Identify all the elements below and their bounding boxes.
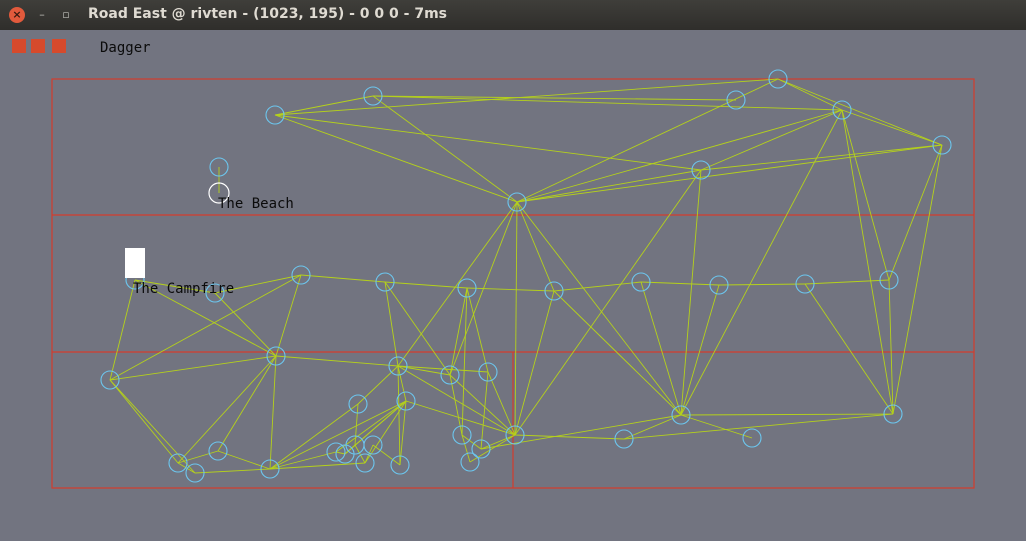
graph-edge xyxy=(841,109,943,146)
graph-edge xyxy=(274,78,779,116)
graph-edge xyxy=(516,169,702,203)
edge-layer xyxy=(109,78,943,474)
graph-edge xyxy=(177,355,277,464)
graph-edge xyxy=(194,468,271,474)
graph-edge xyxy=(514,201,518,436)
graph-edge xyxy=(466,287,555,292)
graph-edge xyxy=(777,78,843,111)
graph-edge xyxy=(680,169,702,416)
graph-edge xyxy=(384,281,399,367)
graph-edge xyxy=(888,144,943,281)
graph-edge xyxy=(718,283,806,286)
graph-edge xyxy=(300,274,386,283)
player-marker[interactable] xyxy=(125,248,145,278)
graph-edge xyxy=(109,279,136,381)
graph-edge xyxy=(397,365,516,436)
graph-edge xyxy=(804,279,890,285)
graph-edge xyxy=(109,379,196,474)
map-canvas[interactable] xyxy=(0,0,1026,541)
graph-edge xyxy=(274,95,374,116)
graph-edge xyxy=(804,283,894,415)
graph-edge xyxy=(466,287,489,373)
graph-edge xyxy=(274,114,702,171)
graph-edge xyxy=(109,379,179,464)
graph-edge xyxy=(516,78,779,203)
graph-edge xyxy=(354,403,359,446)
graph-edge xyxy=(109,355,277,381)
location-label-beach: The Beach xyxy=(218,196,294,212)
graph-edge xyxy=(397,365,401,466)
graph-edge xyxy=(217,355,277,452)
graph-edge xyxy=(777,78,943,146)
graph-edge xyxy=(514,290,555,436)
graph-edge xyxy=(214,292,277,357)
graph-edge xyxy=(344,400,407,455)
graph-edge xyxy=(680,109,843,416)
graph-edge xyxy=(680,413,894,416)
graph-edge xyxy=(405,400,516,436)
graph-edge xyxy=(487,371,516,436)
graph-edge xyxy=(269,462,366,470)
graph-edge xyxy=(269,403,359,470)
graph-edge xyxy=(680,414,753,439)
graph-edge xyxy=(469,434,516,463)
graph-edge xyxy=(892,144,943,415)
graph-edge xyxy=(384,281,468,289)
graph-edge xyxy=(384,281,451,376)
graph-edge xyxy=(516,109,843,203)
location-label-campfire: The Campfire xyxy=(133,281,235,297)
graph-edge xyxy=(275,355,399,367)
graph-edge xyxy=(514,434,625,440)
graph-edge xyxy=(841,109,890,281)
graph-edge xyxy=(640,281,720,286)
graph-edge xyxy=(399,400,407,466)
graph-edge xyxy=(269,355,277,470)
app-window: × – ▫ Road East @ rivten - (1023, 195) -… xyxy=(0,0,1026,541)
graph-edge xyxy=(217,450,271,470)
graph-edge xyxy=(514,169,702,436)
graph-edge xyxy=(274,114,518,203)
graph-edge xyxy=(461,434,482,450)
graph-edge xyxy=(335,451,346,455)
graph-edge xyxy=(480,414,682,450)
graph-edge xyxy=(269,451,337,470)
graph-edge xyxy=(372,95,518,203)
graph-edge xyxy=(841,109,894,415)
graph-edge xyxy=(516,144,943,203)
graph-edge xyxy=(372,444,401,466)
graph-edge xyxy=(357,365,399,405)
graph-edge xyxy=(461,434,471,463)
graph-edge xyxy=(553,281,642,292)
graph-edge xyxy=(480,371,489,450)
